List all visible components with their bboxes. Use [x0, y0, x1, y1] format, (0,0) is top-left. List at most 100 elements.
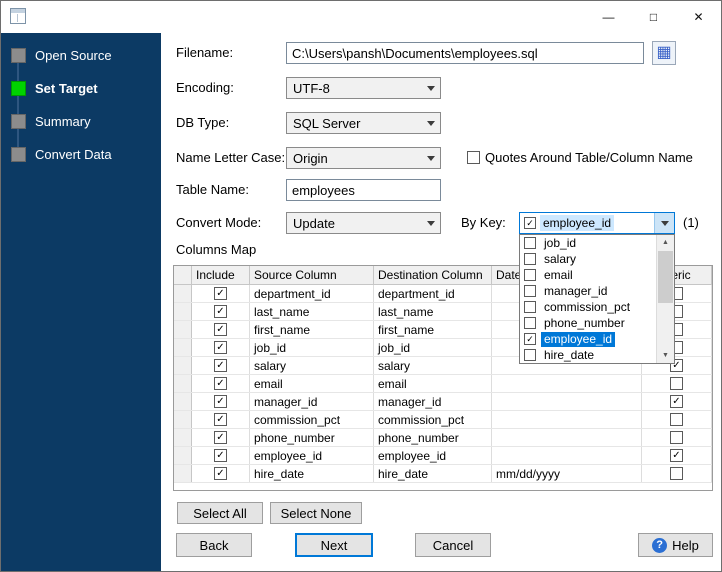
- sidebar-step-open-source[interactable]: Open Source: [11, 45, 159, 65]
- include-checkbox[interactable]: [214, 431, 227, 444]
- include-checkbox[interactable]: [214, 341, 227, 354]
- include-checkbox[interactable]: [214, 287, 227, 300]
- quotes-checkbox[interactable]: [467, 151, 480, 164]
- numeric-checkbox[interactable]: [670, 377, 683, 390]
- table-row[interactable]: emailemail: [174, 375, 712, 393]
- scroll-down-icon[interactable]: ▼: [657, 348, 674, 363]
- include-checkbox[interactable]: [214, 467, 227, 480]
- option-checkbox[interactable]: [524, 333, 536, 345]
- by-key-select[interactable]: employee_id: [519, 212, 675, 234]
- bykey-option-commission_pct[interactable]: commission_pct: [520, 299, 657, 315]
- table-row[interactable]: manager_idmanager_id: [174, 393, 712, 411]
- browse-table-icon: ▦: [656, 44, 672, 61]
- row-selector[interactable]: [174, 447, 192, 464]
- back-button[interactable]: Back: [176, 533, 252, 557]
- numeric-cell: [642, 375, 712, 392]
- include-checkbox[interactable]: [214, 377, 227, 390]
- destination-column-cell: commission_pct: [374, 411, 492, 428]
- close-button[interactable]: ✕: [676, 1, 721, 32]
- option-checkbox[interactable]: [524, 317, 536, 329]
- row-selector[interactable]: [174, 285, 192, 302]
- bykey-option-salary[interactable]: salary: [520, 251, 657, 267]
- row-selector[interactable]: [174, 429, 192, 446]
- next-button[interactable]: Next: [295, 533, 373, 557]
- option-checkbox[interactable]: [524, 301, 536, 313]
- bykey-option-phone_number[interactable]: phone_number: [520, 315, 657, 331]
- numeric-checkbox[interactable]: [670, 431, 683, 444]
- row-selector[interactable]: [174, 411, 192, 428]
- row-selector[interactable]: [174, 303, 192, 320]
- dropdown-scrollbar[interactable]: ▲ ▼: [656, 235, 674, 363]
- table-row[interactable]: commission_pctcommission_pct: [174, 411, 712, 429]
- convert-mode-label: Convert Mode:: [176, 215, 262, 230]
- numeric-checkbox[interactable]: [670, 413, 683, 426]
- by-key-dropdown: job_id salary email manager_id commission_pc…: [519, 234, 675, 364]
- filename-input[interactable]: C:\Users\pansh\Documents\employees.sql: [286, 42, 644, 64]
- db-type-select[interactable]: SQL Server: [286, 112, 441, 134]
- numeric-checkbox[interactable]: [670, 449, 683, 462]
- numeric-checkbox[interactable]: [670, 395, 683, 408]
- row-selector[interactable]: [174, 393, 192, 410]
- numeric-checkbox[interactable]: [670, 467, 683, 480]
- numeric-cell: [642, 447, 712, 464]
- option-checkbox[interactable]: [524, 253, 536, 265]
- bykey-option-hire_date[interactable]: hire_date: [520, 347, 657, 363]
- row-selector[interactable]: [174, 321, 192, 338]
- chevron-down-icon[interactable]: [654, 213, 674, 233]
- browse-button[interactable]: ▦: [652, 41, 676, 65]
- table-row[interactable]: phone_numberphone_number: [174, 429, 712, 447]
- table-name-input[interactable]: employees: [286, 179, 441, 201]
- step-indicator-icon: [11, 113, 26, 129]
- minimize-button[interactable]: —: [586, 1, 631, 32]
- source-column-cell: salary: [250, 357, 374, 374]
- include-checkbox[interactable]: [214, 323, 227, 336]
- include-checkbox[interactable]: [214, 413, 227, 426]
- convert-mode-select[interactable]: Update: [286, 212, 441, 234]
- numeric-cell: [642, 429, 712, 446]
- destination-column-cell: first_name: [374, 321, 492, 338]
- table-row[interactable]: employee_idemployee_id: [174, 447, 712, 465]
- date-format-cell: mm/dd/yyyy: [492, 465, 642, 482]
- bykey-option-job_id[interactable]: job_id: [520, 235, 657, 251]
- by-key-checkbox[interactable]: [524, 217, 536, 229]
- include-checkbox[interactable]: [214, 395, 227, 408]
- bykey-option-employee_id[interactable]: employee_id: [520, 331, 657, 347]
- include-checkbox[interactable]: [214, 305, 227, 318]
- by-key-label: By Key:: [461, 215, 506, 230]
- chevron-down-icon: [421, 213, 440, 233]
- option-checkbox[interactable]: [524, 237, 536, 249]
- bykey-option-email[interactable]: email: [520, 267, 657, 283]
- option-checkbox[interactable]: [524, 349, 536, 361]
- bykey-option-manager_id[interactable]: manager_id: [520, 283, 657, 299]
- row-selector[interactable]: [174, 465, 192, 482]
- chevron-down-icon: [421, 78, 440, 98]
- option-checkbox[interactable]: [524, 269, 536, 281]
- table-name-value: employees: [292, 182, 355, 198]
- destination-column-cell: manager_id: [374, 393, 492, 410]
- sidebar-step-convert-data[interactable]: Convert Data: [11, 144, 159, 164]
- select-all-button[interactable]: Select All: [177, 502, 263, 524]
- select-none-button[interactable]: Select None: [270, 502, 362, 524]
- source-column-cell: hire_date: [250, 465, 374, 482]
- cancel-button[interactable]: Cancel: [415, 533, 491, 557]
- help-button[interactable]: ? Help: [638, 533, 713, 557]
- include-cell: [192, 357, 250, 374]
- row-selector[interactable]: [174, 375, 192, 392]
- maximize-button[interactable]: □: [631, 1, 676, 32]
- scrollbar-thumb[interactable]: [658, 251, 673, 303]
- option-checkbox[interactable]: [524, 285, 536, 297]
- name-letter-case-select[interactable]: Origin: [286, 147, 441, 169]
- sidebar-step-summary[interactable]: Summary: [11, 111, 159, 131]
- scroll-up-icon[interactable]: ▲: [657, 235, 674, 250]
- include-checkbox[interactable]: [214, 359, 227, 372]
- table-row[interactable]: hire_datehire_datemm/dd/yyyy: [174, 465, 712, 483]
- row-selector[interactable]: [174, 339, 192, 356]
- option-label: employee_id: [541, 331, 616, 347]
- numeric-cell: [642, 393, 712, 410]
- row-selector[interactable]: [174, 357, 192, 374]
- include-checkbox[interactable]: [214, 449, 227, 462]
- option-label: email: [544, 267, 573, 282]
- encoding-select[interactable]: UTF-8: [286, 77, 441, 99]
- include-cell: [192, 465, 250, 482]
- sidebar-step-set-target[interactable]: Set Target: [11, 78, 159, 98]
